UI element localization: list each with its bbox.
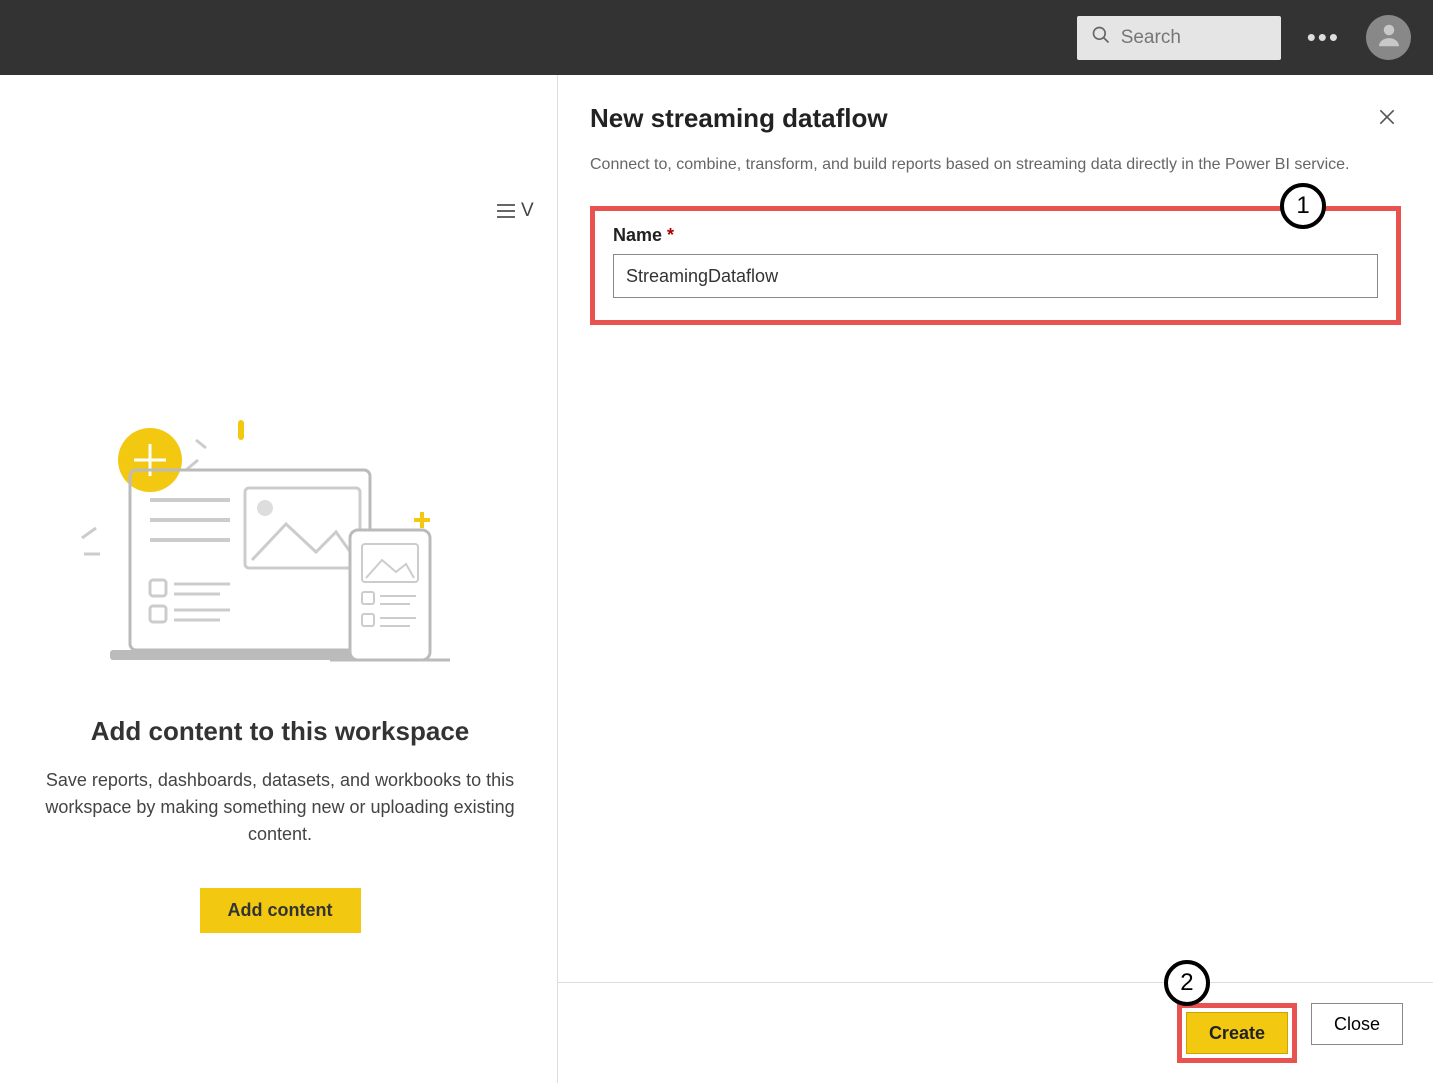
panel-title: New streaming dataflow — [590, 103, 888, 134]
name-input[interactable] — [613, 254, 1378, 298]
search-input[interactable] — [1121, 27, 1267, 49]
search-icon — [1091, 25, 1111, 50]
close-button[interactable]: Close — [1311, 1003, 1403, 1045]
search-box[interactable] — [1077, 16, 1281, 60]
required-mark: * — [667, 225, 674, 245]
callout-badge-1: 1 — [1280, 183, 1326, 229]
list-view-icon — [497, 204, 515, 218]
view-toggle[interactable]: V — [497, 200, 534, 222]
name-field-label: Name * — [613, 225, 674, 245]
name-field-callout: 1 Name * — [590, 206, 1401, 325]
view-toggle-label: V — [521, 200, 534, 222]
topbar: ••• — [0, 0, 1433, 75]
callout-badge-2: 2 — [1164, 960, 1210, 1006]
panel-close-button[interactable] — [1373, 103, 1401, 136]
empty-state-subtitle: Save reports, dashboards, datasets, and … — [0, 767, 560, 848]
more-options-button[interactable]: ••• — [1301, 22, 1346, 53]
empty-state: Add content to this workspace Save repor… — [0, 420, 560, 933]
ellipsis-icon: ••• — [1307, 22, 1340, 52]
user-avatar[interactable] — [1366, 15, 1411, 60]
new-dataflow-panel: New streaming dataflow Connect to, combi… — [557, 75, 1433, 1083]
name-label-text: Name — [613, 225, 662, 245]
create-button-callout: 2 Create — [1177, 1003, 1297, 1063]
person-icon — [1374, 20, 1404, 55]
empty-state-illustration — [70, 420, 490, 680]
panel-footer: 2 Create Close — [558, 982, 1433, 1083]
add-content-button[interactable]: Add content — [200, 888, 361, 933]
empty-state-title: Add content to this workspace — [91, 716, 470, 747]
close-icon — [1377, 114, 1397, 131]
create-button[interactable]: Create — [1186, 1012, 1288, 1054]
